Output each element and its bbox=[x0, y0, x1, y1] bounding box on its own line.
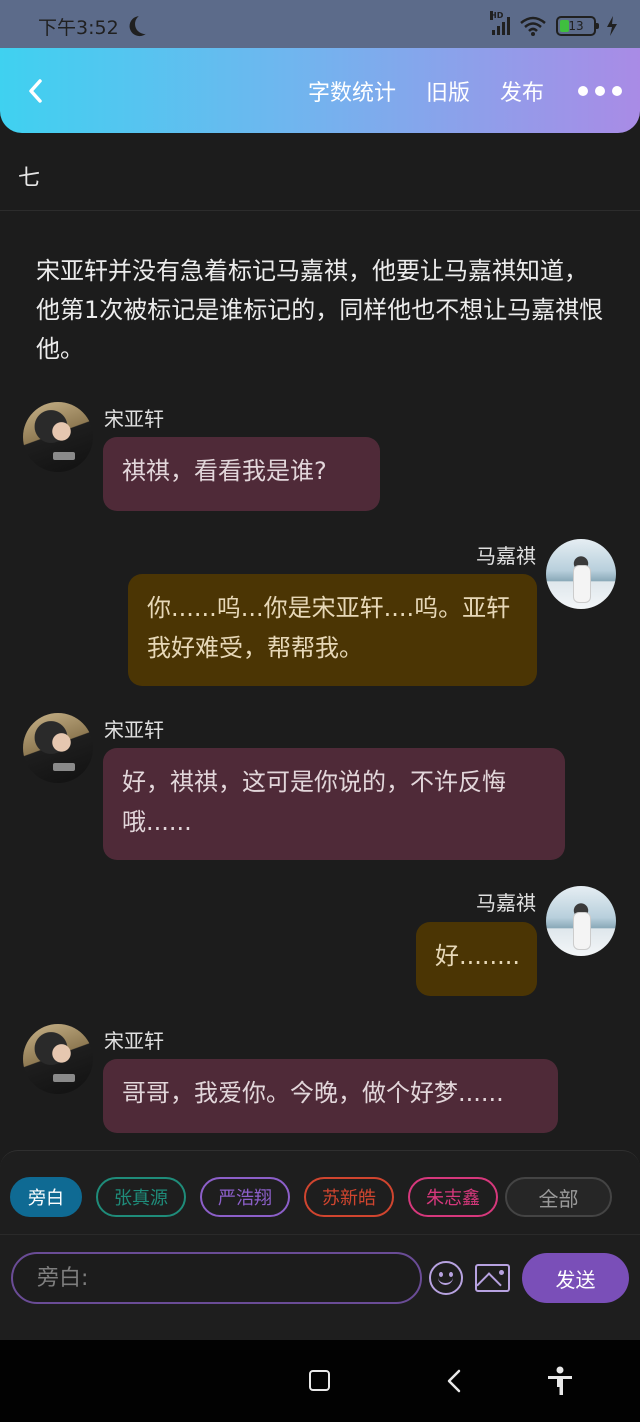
speaker-name: 宋亚轩 bbox=[104, 718, 164, 742]
title-divider bbox=[0, 210, 640, 211]
status-time-group: 下午3:52 bbox=[38, 13, 149, 40]
narration-text[interactable]: 宋亚轩并没有急着标记马嘉祺，他要让马嘉祺知道，他第1次被标记是谁标记的，同样他也… bbox=[36, 252, 611, 369]
avatar[interactable] bbox=[23, 1024, 93, 1094]
message-input[interactable] bbox=[11, 1252, 422, 1304]
header-actions: 字数统计 旧版 发布 bbox=[308, 75, 622, 107]
battery-icon: 13 bbox=[556, 16, 599, 36]
system-nav-bar bbox=[0, 1340, 640, 1422]
message-bubble[interactable]: 好........ bbox=[416, 922, 537, 996]
role-chip-label: 旁白 bbox=[28, 1188, 64, 1209]
avatar[interactable] bbox=[23, 402, 93, 472]
battery-level: 13 bbox=[568, 19, 584, 33]
role-chip-label: 朱志鑫 bbox=[426, 1188, 480, 1209]
more-horizontal-icon[interactable] bbox=[578, 85, 622, 96]
status-icons: HD 13 bbox=[490, 11, 618, 36]
role-chip[interactable]: 朱志鑫 bbox=[408, 1177, 498, 1217]
avatar[interactable] bbox=[546, 539, 616, 609]
composer-divider bbox=[0, 1234, 640, 1235]
role-chip-label: 苏新皓 bbox=[322, 1188, 376, 1209]
home-square-icon[interactable] bbox=[309, 1370, 330, 1391]
avatar[interactable] bbox=[23, 713, 93, 783]
wifi-icon bbox=[520, 16, 546, 36]
role-chip[interactable]: 张真源 bbox=[96, 1177, 186, 1217]
moon-icon bbox=[133, 12, 156, 35]
send-button[interactable]: 发送 bbox=[522, 1253, 629, 1303]
message-bubble[interactable]: 好，祺祺，这可是你说的，不许反悔哦...... bbox=[103, 748, 565, 860]
app-screen: 下午3:52 HD 13 字数统计 旧版 发布 七 宋亚轩并没有急着标记马嘉祺，… bbox=[0, 0, 640, 1422]
chapter-title[interactable]: 七 bbox=[18, 160, 40, 192]
image-icon[interactable] bbox=[475, 1264, 510, 1292]
message-bubble[interactable]: 哥哥，我爱你。今晚，做个好梦...... bbox=[103, 1059, 558, 1133]
role-chip-label: 张真源 bbox=[114, 1188, 168, 1209]
old-version-button[interactable]: 旧版 bbox=[426, 75, 470, 107]
speaker-name: 马嘉祺 bbox=[476, 544, 536, 568]
role-selector: 旁白 张真源 严浩翔 苏新皓 朱志鑫 bbox=[10, 1177, 510, 1217]
word-count-button[interactable]: 字数统计 bbox=[308, 75, 396, 107]
role-chip[interactable]: 严浩翔 bbox=[200, 1177, 290, 1217]
all-roles-button[interactable]: 全部 bbox=[505, 1177, 612, 1217]
emoji-icon[interactable] bbox=[429, 1261, 463, 1295]
status-bar: 下午3:52 HD 13 bbox=[0, 0, 640, 52]
back-triangle-icon[interactable] bbox=[443, 1368, 465, 1394]
role-chip[interactable]: 苏新皓 bbox=[304, 1177, 394, 1217]
app-header: 字数统计 旧版 发布 bbox=[0, 48, 640, 133]
avatar[interactable] bbox=[546, 886, 616, 956]
role-chip[interactable]: 旁白 bbox=[10, 1177, 82, 1217]
message-bubble[interactable]: 你......呜...你是宋亚轩....呜。亚轩我好难受，帮帮我。 bbox=[128, 574, 537, 686]
chevron-left-icon bbox=[29, 78, 42, 103]
signal-icon: HD bbox=[490, 11, 510, 35]
publish-button[interactable]: 发布 bbox=[500, 75, 544, 107]
charging-icon bbox=[607, 16, 617, 36]
speaker-name: 马嘉祺 bbox=[476, 891, 536, 915]
status-time: 下午3:52 bbox=[38, 16, 119, 39]
role-chip-label: 严浩翔 bbox=[218, 1188, 272, 1209]
speaker-name: 宋亚轩 bbox=[104, 407, 164, 431]
network-type-label: HD bbox=[490, 11, 504, 20]
accessibility-icon[interactable] bbox=[547, 1366, 573, 1396]
back-button[interactable] bbox=[22, 78, 48, 104]
speaker-name: 宋亚轩 bbox=[104, 1029, 164, 1053]
message-bubble[interactable]: 祺祺，看看我是谁? bbox=[103, 437, 380, 511]
